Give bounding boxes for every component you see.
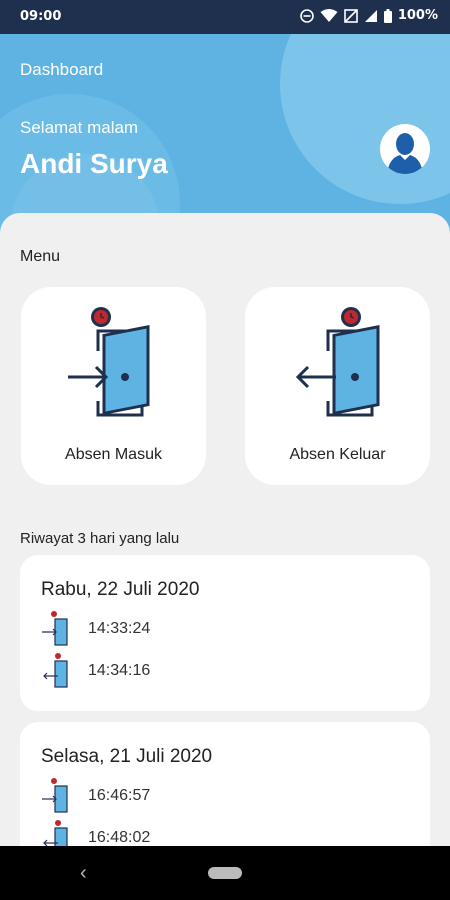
history-entry: 14:33:24	[42, 611, 150, 647]
absen-keluar-button[interactable]: Absen Keluar	[245, 287, 430, 485]
absen-masuk-label: Absen Masuk	[65, 446, 162, 463]
door-enter-icon	[42, 778, 68, 813]
signal-icon	[364, 9, 377, 22]
history-time: 14:33:24	[88, 620, 151, 637]
door-enter-icon	[42, 611, 68, 646]
page-title: Dashboard	[20, 60, 104, 79]
door-exit-icon	[295, 307, 380, 417]
history-time: 16:46:57	[88, 787, 151, 804]
menu-section-label: Menu	[20, 248, 61, 265]
door-exit-icon	[43, 653, 68, 688]
status-icons: 100%	[300, 8, 438, 23]
history-entry: 16:48:02	[42, 820, 150, 846]
absen-keluar-label: Absen Keluar	[289, 446, 386, 463]
history-time: 16:48:02	[88, 829, 151, 846]
system-nav-bar: ‹	[0, 846, 450, 900]
user-avatar-icon	[387, 133, 423, 174]
user-name: Andi Surya	[20, 148, 168, 179]
back-icon[interactable]: ‹	[80, 862, 87, 885]
history-entry: 14:34:16	[42, 653, 150, 689]
status-time: 09:00	[20, 9, 62, 24]
dnd-icon	[300, 8, 314, 23]
wifi-icon	[320, 8, 338, 22]
battery-percent: 100%	[397, 8, 438, 23]
content-panel: Menu Absen Masuk Absen Keluar Riwayat 3 …	[0, 213, 450, 846]
header-decoration	[280, 34, 450, 204]
history-card: Rabu, 22 Juli 2020 14:33:24 14:34:16	[20, 555, 430, 711]
battery-icon	[383, 8, 392, 23]
history-section-label: Riwayat 3 hari yang lalu	[20, 530, 180, 547]
history-entry: 16:46:57	[42, 778, 150, 814]
absen-masuk-button[interactable]: Absen Masuk	[21, 287, 206, 485]
history-card: Selasa, 21 Juli 2020 16:46:57 16:48:02	[20, 722, 430, 846]
door-enter-icon	[68, 307, 150, 417]
history-date: Selasa, 21 Juli 2020	[41, 746, 213, 767]
history-time: 14:34:16	[88, 662, 151, 679]
home-pill-icon[interactable]	[208, 867, 242, 879]
greeting-text: Selamat malam	[20, 118, 139, 137]
history-date: Rabu, 22 Juli 2020	[41, 579, 200, 600]
no-sim-icon	[344, 8, 358, 23]
avatar[interactable]	[380, 124, 430, 174]
status-bar: 09:00 100%	[0, 0, 450, 34]
door-exit-icon	[43, 820, 68, 846]
